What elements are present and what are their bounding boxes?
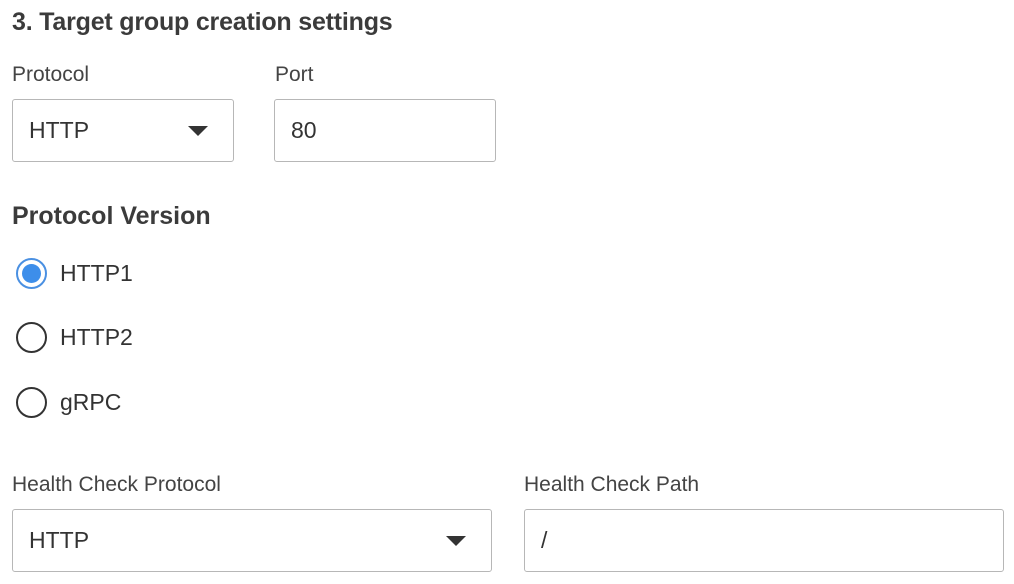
- health-check-path-value: /: [541, 527, 548, 553]
- protocol-label: Protocol: [12, 63, 90, 86]
- health-check-path-label: Health Check Path: [524, 473, 700, 496]
- target-group-settings-form: 3. Target group creation settings Protoc…: [0, 0, 1014, 584]
- radio-option-http2[interactable]: HTTP2: [16, 322, 133, 353]
- health-check-protocol-select[interactable]: HTTP: [12, 509, 492, 572]
- radio-button[interactable]: [16, 387, 47, 418]
- protocol-select[interactable]: HTTP: [12, 99, 234, 162]
- section-title: 3. Target group creation settings: [12, 8, 393, 36]
- protocol-select-value: HTTP: [29, 117, 90, 143]
- radio-dot-icon: [22, 264, 41, 283]
- chevron-down-icon: [446, 535, 466, 546]
- radio-option-http1[interactable]: HTTP1: [16, 258, 133, 289]
- health-check-protocol-label: Health Check Protocol: [12, 473, 221, 496]
- health-check-path-input[interactable]: /: [524, 509, 1004, 572]
- radio-option-grpc[interactable]: gRPC: [16, 387, 121, 418]
- port-label: Port: [275, 63, 314, 86]
- protocol-version-title: Protocol Version: [12, 202, 211, 230]
- chevron-down-icon: [188, 125, 208, 136]
- health-check-protocol-value: HTTP: [29, 527, 90, 553]
- radio-button-checked[interactable]: [16, 258, 47, 289]
- radio-button[interactable]: [16, 322, 47, 353]
- radio-label-http2: HTTP2: [60, 324, 133, 350]
- radio-label-http1: HTTP1: [60, 260, 133, 286]
- port-input[interactable]: 80: [274, 99, 496, 162]
- port-input-value: 80: [291, 117, 317, 143]
- radio-label-grpc: gRPC: [60, 389, 122, 415]
